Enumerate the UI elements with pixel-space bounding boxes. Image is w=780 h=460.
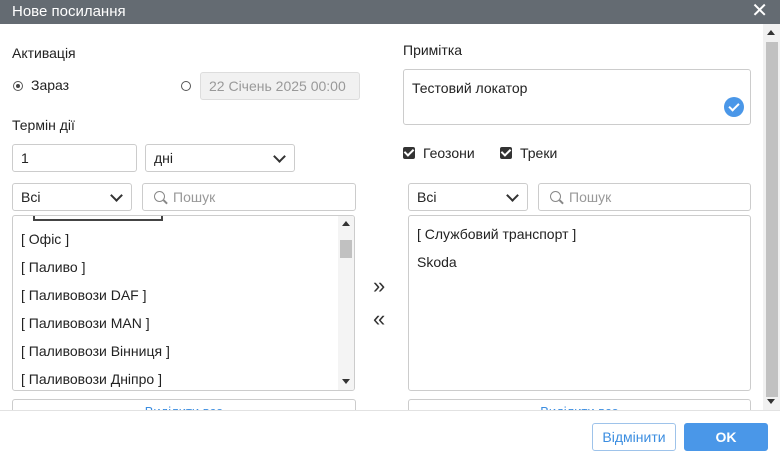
term-unit-value: дні [154, 150, 174, 166]
ok-button[interactable]: OK [684, 423, 768, 451]
right-list[interactable]: [ Службовий транспорт ] Skoda [408, 215, 751, 391]
left-search-placeholder: Пошук [173, 189, 216, 205]
dialog-footer: Відмінити OK [0, 410, 780, 460]
spellcheck-ok-icon [724, 97, 744, 117]
chevron-down-icon [273, 150, 286, 163]
note-label: Примітка [403, 42, 463, 58]
add-to-selection-button[interactable]: » [373, 275, 385, 297]
right-search-input[interactable]: Пошук [538, 183, 751, 211]
scroll-down-icon[interactable] [342, 379, 350, 384]
dialog-title: Нове посилання [12, 3, 126, 20]
scroll-thumb[interactable] [766, 42, 778, 397]
list-item[interactable]: [ Паливовози DAF ] [21, 287, 147, 303]
right-filter-select[interactable]: Всі [408, 183, 528, 211]
left-filter-select[interactable]: Всі [12, 183, 132, 211]
list-item[interactable]: [ Паливо ] [21, 259, 85, 275]
dialog-titlebar: Нове посилання ✕ [0, 0, 780, 24]
list-item[interactable]: [ Офіс ] [21, 231, 69, 247]
chevron-down-icon [110, 189, 123, 202]
remove-from-selection-button[interactable]: « [373, 308, 385, 330]
tracks-checkbox[interactable] [500, 147, 512, 159]
scroll-up-icon[interactable] [342, 221, 350, 226]
scroll-up-icon[interactable] [767, 30, 775, 35]
search-icon [154, 191, 165, 202]
right-filter-value: Всі [417, 189, 437, 205]
dialog-scrollbar[interactable] [763, 24, 780, 410]
left-list[interactable]: [ Офіс ] [ Паливо ] [ Паливовози DAF ] [… [12, 215, 355, 391]
left-search-input[interactable]: Пошук [142, 183, 356, 211]
list-item[interactable]: [ Паливовози MAN ] [21, 315, 150, 331]
search-icon [550, 191, 561, 202]
radio-now-label: Зараз [31, 77, 70, 93]
list-item-partial [33, 216, 163, 221]
footer-divider [0, 410, 780, 411]
scroll-down-icon[interactable] [767, 399, 775, 404]
close-icon[interactable]: ✕ [751, 1, 768, 21]
term-label: Термін дії [12, 117, 75, 133]
left-filter-value: Всі [21, 189, 41, 205]
activation-date-field: 22 Січень 2025 00:00 [200, 72, 360, 100]
tracks-label: Треки [520, 145, 558, 161]
radio-now[interactable] [13, 81, 23, 91]
list-item[interactable]: Skoda [417, 254, 457, 270]
list-item[interactable]: [ Паливовози Дніпро ] [21, 371, 162, 387]
scroll-thumb[interactable] [340, 240, 352, 258]
geozones-checkbox[interactable] [403, 147, 415, 159]
term-value-input[interactable]: 1 [12, 144, 137, 172]
note-text: Тестовий локатор [412, 80, 528, 96]
activation-label: Активація [12, 45, 76, 61]
list-item[interactable]: [ Паливовози Вінниця ] [21, 343, 170, 359]
chevron-down-icon [506, 189, 519, 202]
radio-date[interactable] [181, 81, 191, 91]
right-search-placeholder: Пошук [569, 189, 612, 205]
term-unit-select[interactable]: дні [145, 144, 295, 172]
cancel-button[interactable]: Відмінити [592, 423, 676, 451]
note-textarea[interactable]: Тестовий локатор [403, 69, 751, 125]
left-list-scrollbar[interactable] [338, 216, 354, 390]
geozones-label: Геозони [423, 145, 475, 161]
list-item[interactable]: [ Службовий транспорт ] [417, 226, 576, 242]
